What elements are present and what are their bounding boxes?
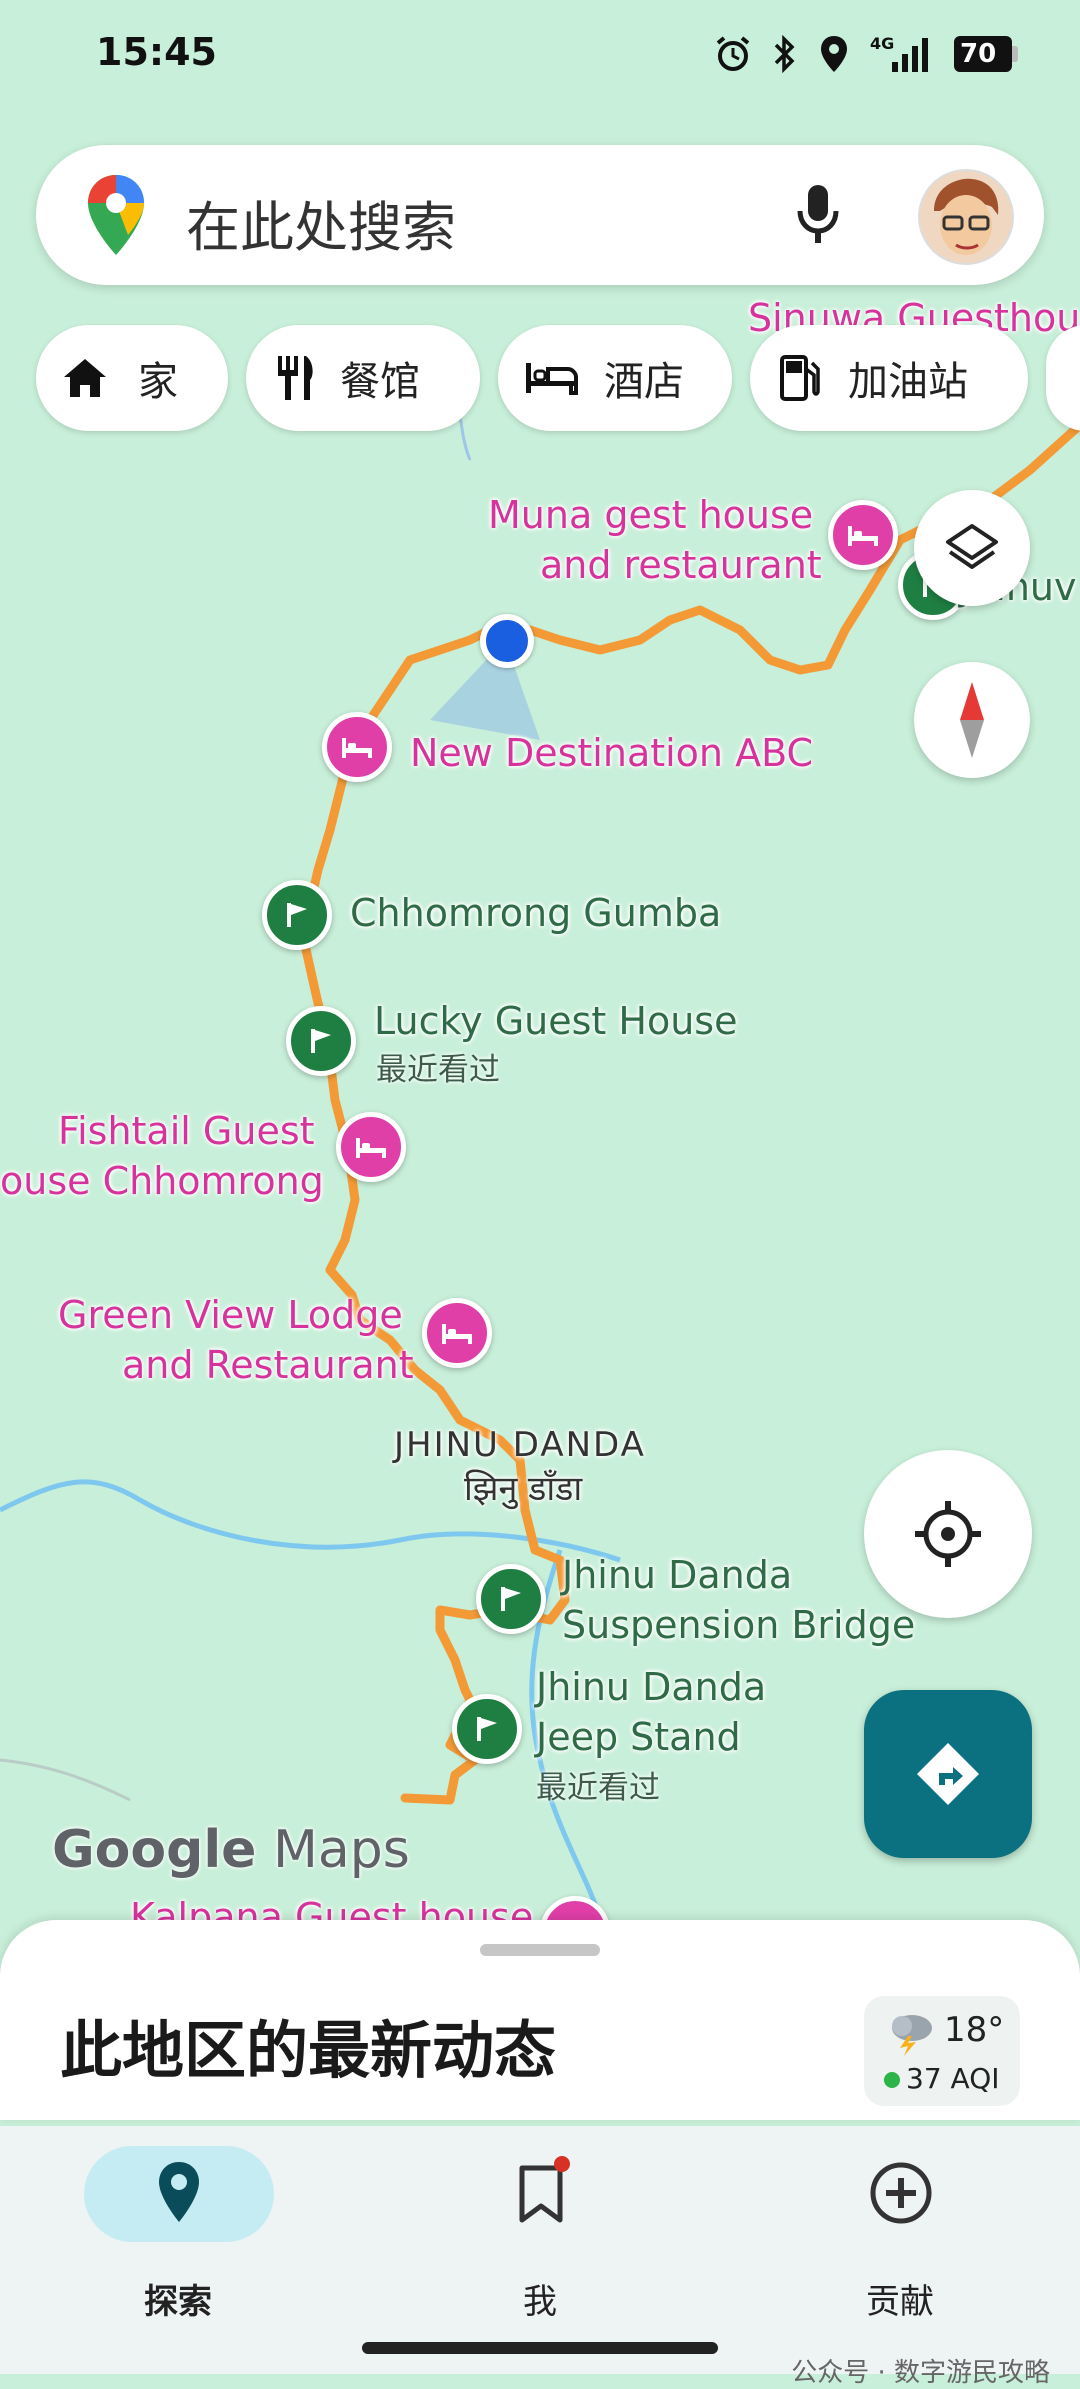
signal-icon xyxy=(892,38,928,72)
directions-button[interactable] xyxy=(864,1690,1032,1858)
nav-me[interactable]: 我 xyxy=(390,2146,690,2326)
map-label-jhinu-danda-nepali[interactable]: झिनु डाँडा xyxy=(464,1464,582,1514)
layers-icon xyxy=(946,524,998,569)
avatar[interactable] xyxy=(918,169,1014,265)
chip-restaurant[interactable]: 餐馆 xyxy=(246,325,480,431)
map-label-lucky-guest[interactable]: Lucky Guest House xyxy=(374,996,737,1046)
map-label-bridge-1[interactable]: Jhinu Danda xyxy=(562,1550,792,1600)
current-location-dot xyxy=(480,614,534,668)
landmark-pin-jeep-stand[interactable] xyxy=(452,1694,522,1764)
google-maps-logo: Google Maps xyxy=(52,1820,410,1880)
map-sub-lucky-recent: 最近看过 xyxy=(376,1052,500,1088)
location-status-icon xyxy=(821,36,847,72)
thunderstorm-icon xyxy=(892,2015,932,2056)
search-bar[interactable]: 在此处搜索 xyxy=(36,145,1044,285)
map-label-fishtail-1[interactable]: Fishtail Guest xyxy=(58,1106,315,1156)
landmark-pin-lucky-guest-house[interactable] xyxy=(286,1006,356,1076)
map-label-bridge-2[interactable]: Suspension Bridge xyxy=(562,1600,915,1650)
weather-widget[interactable]: 18° 37 AQI xyxy=(864,1996,1020,2106)
map-label-green-view-1[interactable]: Green View Lodge xyxy=(58,1290,403,1340)
map-label-jeep-2[interactable]: Jeep Stand xyxy=(536,1712,741,1762)
map-label-chhomrong-gumba[interactable]: Chhomrong Gumba xyxy=(350,888,721,938)
flag-icon xyxy=(477,1717,497,1741)
aqi-status-dot xyxy=(884,2072,900,2088)
weather-temp: 18° xyxy=(944,2010,1005,2050)
crosshair-icon xyxy=(915,1501,981,1567)
signal-indicator: 4G xyxy=(870,34,934,74)
bed-icon xyxy=(848,526,878,546)
explore-pin-icon xyxy=(159,2162,199,2222)
hotel-pin-muna[interactable] xyxy=(828,500,898,570)
landmark-pin-suspension-bridge[interactable] xyxy=(476,1564,546,1634)
bed-icon xyxy=(342,738,372,758)
chip-home[interactable]: 家 xyxy=(36,325,228,431)
map-sub-jeep-recent: 最近看过 xyxy=(536,1770,660,1806)
chip-hotel[interactable]: 酒店 xyxy=(498,325,732,431)
nav-me-label: 我 xyxy=(523,2282,557,2322)
weather-aqi: 37 AQI xyxy=(906,2062,1000,2095)
sheet-drag-handle[interactable] xyxy=(480,1944,600,1956)
flag-icon xyxy=(311,1029,331,1053)
bluetooth-icon xyxy=(774,35,795,73)
directions-icon xyxy=(917,1743,979,1805)
map-label-muna-2[interactable]: and restaurant xyxy=(540,540,822,590)
google-wordmark: Google xyxy=(52,1820,257,1880)
search-input[interactable]: 在此处搜索 xyxy=(186,183,456,262)
status-time: 15:45 xyxy=(96,30,217,74)
bookmark-icon xyxy=(519,2165,563,2223)
avatar-face-icon xyxy=(934,178,999,255)
compass-button[interactable] xyxy=(914,662,1030,778)
flag-icon xyxy=(287,903,307,927)
chip-gas-station[interactable]: 加油站 xyxy=(750,325,1028,431)
watermark: 公众号 · 数字游民攻略 xyxy=(791,2358,1050,2388)
flag-icon xyxy=(501,1587,521,1611)
nav-contribute-label: 贡献 xyxy=(866,2282,934,2322)
status-icons: 4G 70 xyxy=(714,34,1020,74)
google-maps-pin-icon xyxy=(88,175,144,255)
chip-home-label: 家 xyxy=(138,359,178,405)
chip-restaurant-label: 餐馆 xyxy=(340,359,420,405)
map-label-fishtail-2[interactable]: ouse Chhomrong xyxy=(0,1156,324,1206)
restaurant-icon xyxy=(278,356,313,400)
microphone-icon[interactable] xyxy=(796,183,840,247)
gas-station-icon xyxy=(780,355,820,401)
add-circle-icon xyxy=(870,2162,932,2224)
map-label-jhinu-danda[interactable]: JHINU DANDA xyxy=(394,1420,646,1470)
hotel-pin-green-view[interactable] xyxy=(422,1298,492,1368)
sheet-title: 此地区的最新动态 xyxy=(60,2014,557,2087)
chip-hotel-label: 酒店 xyxy=(604,359,684,405)
home-icon xyxy=(64,359,106,397)
alarm-icon xyxy=(716,36,750,71)
battery-indicator: 70 xyxy=(954,36,1020,72)
layers-button[interactable] xyxy=(914,490,1030,606)
status-bar: 15:45 4G 70 xyxy=(0,0,1080,110)
battery-level: 70 xyxy=(960,39,997,69)
landmark-pin-chhomrong-gumba[interactable] xyxy=(262,880,332,950)
my-location-button[interactable] xyxy=(864,1450,1032,1618)
home-indicator[interactable] xyxy=(362,2342,718,2354)
hotel-icon xyxy=(526,363,578,395)
nav-contribute[interactable]: 贡献 xyxy=(750,2146,1050,2326)
notification-dot xyxy=(554,2156,570,2172)
bottom-sheet[interactable]: 此地区的最新动态 18° 37 AQI xyxy=(0,1920,1080,2120)
nav-explore-label: 探索 xyxy=(144,2282,212,2322)
map-label-new-destination[interactable]: New Destination ABC xyxy=(410,728,813,778)
nav-explore[interactable]: 探索 xyxy=(28,2146,328,2326)
chip-gas-station-label: 加油站 xyxy=(848,359,968,405)
map-label-jeep-1[interactable]: Jhinu Danda xyxy=(536,1662,766,1712)
network-type: 4G xyxy=(870,34,895,53)
bed-icon xyxy=(442,1324,472,1344)
map-label-green-view-2[interactable]: and Restaurant xyxy=(122,1340,414,1390)
bed-icon xyxy=(356,1138,386,1158)
compass-icon xyxy=(960,682,984,758)
maps-wordmark: Maps xyxy=(272,1820,410,1880)
hotel-pin-fishtail[interactable] xyxy=(336,1112,406,1182)
bottom-navigation: 探索 我 贡献 xyxy=(0,2126,1080,2374)
map-label-muna-1[interactable]: Muna gest house xyxy=(488,490,813,540)
hotel-pin-new-destination[interactable] xyxy=(322,712,392,782)
